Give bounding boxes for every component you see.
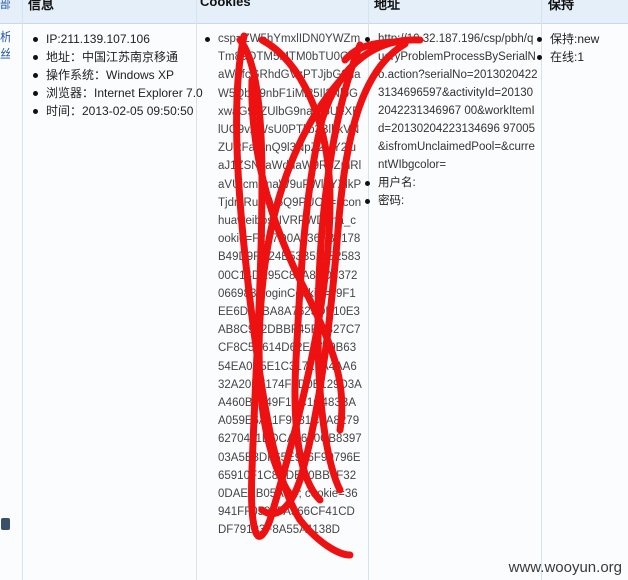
results-table: 信息 Cookies 地址 保持 部 析 丝 IP:211.139.107.10…: [0, 0, 628, 580]
cookie-text: csp=ZW5hYmxlIDN0YWZmTm89OTM5MTM0bTU0G9na…: [218, 33, 362, 537]
address-username: 用户名:: [362, 174, 538, 192]
info-os: 操作系统：Windows XP: [30, 66, 206, 84]
header-keep: 保持: [548, 0, 575, 12]
table-header: 信息 Cookies 地址 保持: [0, 0, 628, 24]
header-address: 地址: [374, 0, 401, 12]
info-browser: 浏览器：Internet Explorer 7.0: [30, 84, 206, 102]
column-divider: [22, 0, 23, 580]
column-divider: [541, 0, 542, 580]
info-list: IP:211.139.107.106 地址：中国江苏南京移通 操作系统：Wind…: [30, 30, 206, 120]
info-location: 地址：中国江苏南京移通: [30, 48, 206, 66]
address-url-text: http://10.32.187.196/csp/pbh/queryProble…: [378, 33, 538, 171]
address-password: 密码:: [362, 192, 538, 210]
info-ip: IP:211.139.107.106: [30, 30, 206, 48]
left-link[interactable]: 丝: [0, 46, 10, 63]
header-info: 信息: [28, 0, 55, 12]
address-url: http://10.32.187.196/csp/pbh/queryProble…: [362, 30, 538, 174]
header-cookies: Cookies: [200, 0, 251, 9]
app-icon: [1, 518, 10, 530]
info-time: 时间：2013-02-05 09:50:50: [30, 102, 206, 120]
keep-status: 保持:new: [534, 30, 624, 48]
online-status: 在线:1: [534, 48, 624, 66]
left-link[interactable]: 部: [0, 0, 10, 13]
watermark: www.wooyun.org: [508, 559, 622, 576]
left-link[interactable]: 析: [0, 29, 10, 46]
cookies-list: csp=ZW5hYmxlIDN0YWZmTm89OTM5MTM0bTU0G9na…: [202, 30, 362, 540]
keep-list: 保持:new 在线:1: [534, 30, 624, 66]
cookie-value: csp=ZW5hYmxlIDN0YWZmTm89OTM5MTM0bTU0G9na…: [202, 30, 362, 540]
address-list: http://10.32.187.196/csp/pbh/queryProble…: [362, 30, 538, 210]
